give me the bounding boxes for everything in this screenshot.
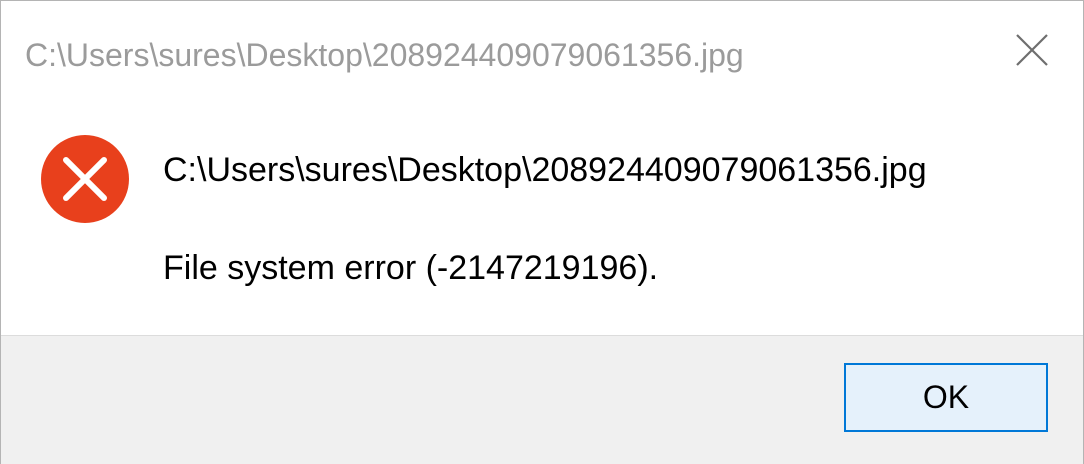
ok-button[interactable]: OK — [844, 363, 1048, 432]
error-icon — [41, 135, 129, 223]
button-bar: OK — [1, 335, 1083, 464]
close-icon — [1016, 34, 1048, 66]
file-path-text: C:\Users\sures\Desktop\20892440907906135… — [163, 151, 927, 189]
close-button[interactable] — [997, 15, 1067, 85]
title-bar[interactable]: C:\Users\sures\Desktop\20892440907906135… — [1, 1, 1083, 99]
window-title: C:\Users\sures\Desktop\20892440907906135… — [25, 37, 744, 73]
error-dialog: C:\Users\sures\Desktop\20892440907906135… — [0, 0, 1084, 464]
message-area: C:\Users\sures\Desktop\20892440907906135… — [1, 99, 1083, 335]
error-message-text: File system error (-2147219196). — [163, 249, 659, 287]
